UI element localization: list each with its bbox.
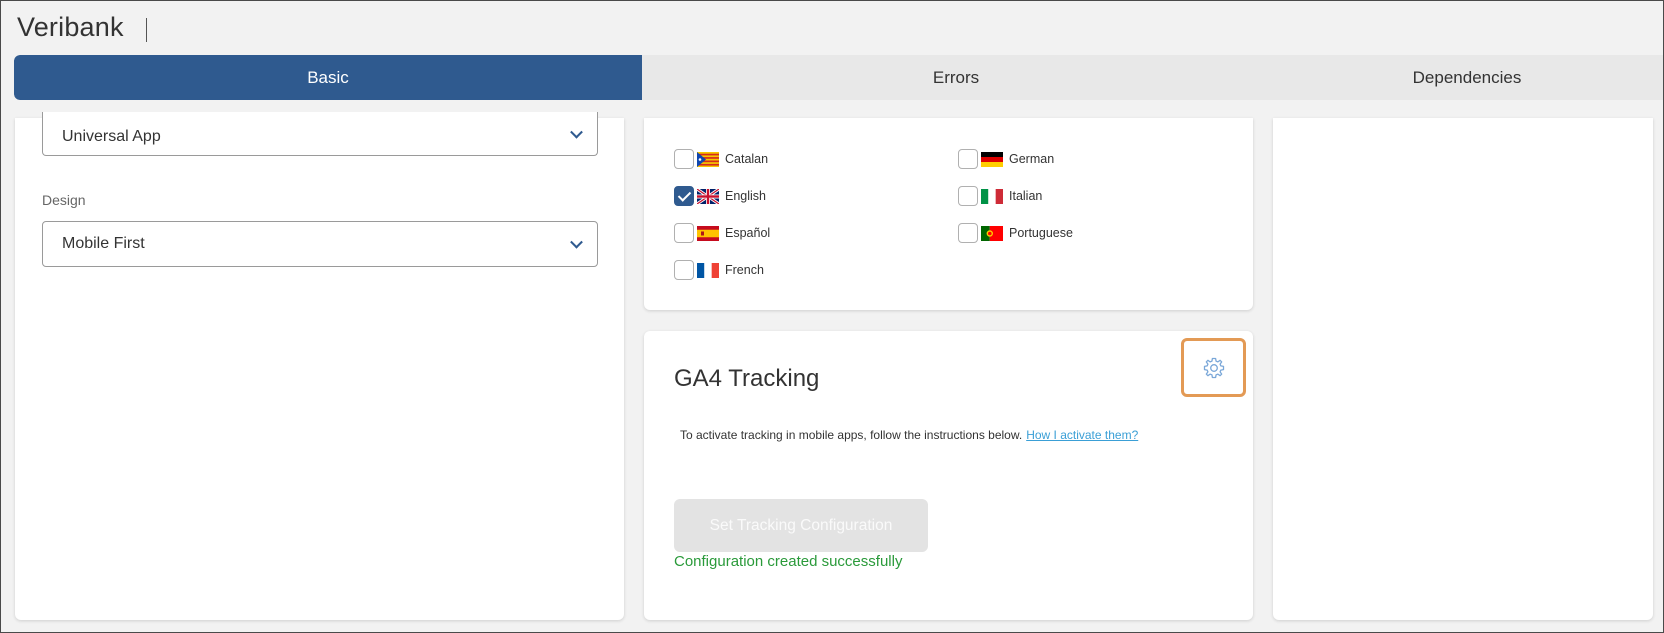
app-title: Veribank — [17, 12, 124, 42]
catalan-checkbox[interactable] — [674, 149, 694, 169]
language-label: French — [725, 263, 764, 277]
app-type-value: Universal App — [62, 127, 161, 145]
ga4-description: To activate tracking in mobile apps, fol… — [680, 428, 1023, 442]
germany-flag-icon — [981, 151, 1003, 167]
portuguese-checkbox[interactable] — [958, 223, 978, 243]
ga4-title: GA4 Tracking — [674, 365, 820, 392]
german-checkbox[interactable] — [958, 149, 978, 169]
chevron-down-icon — [570, 125, 583, 139]
language-option-catalan[interactable]: Catalan — [674, 148, 768, 170]
language-option-espanol[interactable]: Español — [674, 222, 770, 244]
language-label: Español — [725, 226, 771, 240]
language-label: Catalan — [725, 152, 769, 166]
espanol-checkbox[interactable] — [674, 223, 694, 243]
design-label: Design — [42, 192, 86, 208]
ga4-tracking-panel: GA4 Tracking To activate tracking in mob… — [644, 331, 1253, 620]
language-option-portuguese[interactable]: Portuguese — [958, 222, 1073, 244]
basic-settings-panel: Universal App Design Mobile First — [15, 112, 624, 620]
english-checkbox[interactable] — [674, 186, 694, 206]
settings-button[interactable] — [1181, 338, 1246, 397]
language-option-italian[interactable]: Italian — [958, 185, 1042, 207]
language-label: Italian — [1009, 189, 1043, 203]
language-label: Portuguese — [1009, 226, 1073, 240]
portugal-flag-icon — [981, 225, 1003, 241]
design-value: Mobile First — [62, 235, 145, 252]
tab-bar: Basic Errors Dependencies — [14, 55, 1664, 100]
language-option-english[interactable]: English — [674, 185, 766, 207]
title-separator — [146, 18, 147, 42]
set-tracking-configuration-button[interactable]: Set Tracking Configuration — [674, 499, 928, 552]
tab-basic[interactable]: Basic — [14, 55, 642, 100]
app-type-select[interactable]: Universal App — [42, 112, 598, 156]
spain-flag-icon — [697, 225, 719, 241]
language-label: German — [1009, 152, 1055, 166]
italian-checkbox[interactable] — [958, 186, 978, 206]
france-flag-icon — [697, 262, 719, 278]
tab-dependencies[interactable]: Dependencies — [1270, 55, 1664, 100]
catalan-flag-icon — [697, 151, 719, 167]
language-label: English — [725, 189, 766, 203]
language-option-german[interactable]: German — [958, 148, 1054, 170]
french-checkbox[interactable] — [674, 260, 694, 280]
chevron-down-icon — [570, 235, 583, 249]
ga4-description-row: To activate tracking in mobile apps, fol… — [680, 428, 1138, 442]
how-activate-link[interactable]: How I activate them? — [1026, 428, 1138, 442]
design-select[interactable]: Mobile First — [42, 221, 598, 267]
gear-icon — [1203, 357, 1224, 378]
language-option-french[interactable]: French — [674, 259, 764, 281]
italy-flag-icon — [981, 188, 1003, 204]
uk-flag-icon — [697, 188, 719, 204]
tab-errors[interactable]: Errors — [642, 55, 1270, 100]
right-panel — [1273, 118, 1653, 620]
configuration-status: Configuration created successfully — [674, 553, 903, 570]
languages-panel: Catalan English Español French German It… — [644, 118, 1253, 310]
